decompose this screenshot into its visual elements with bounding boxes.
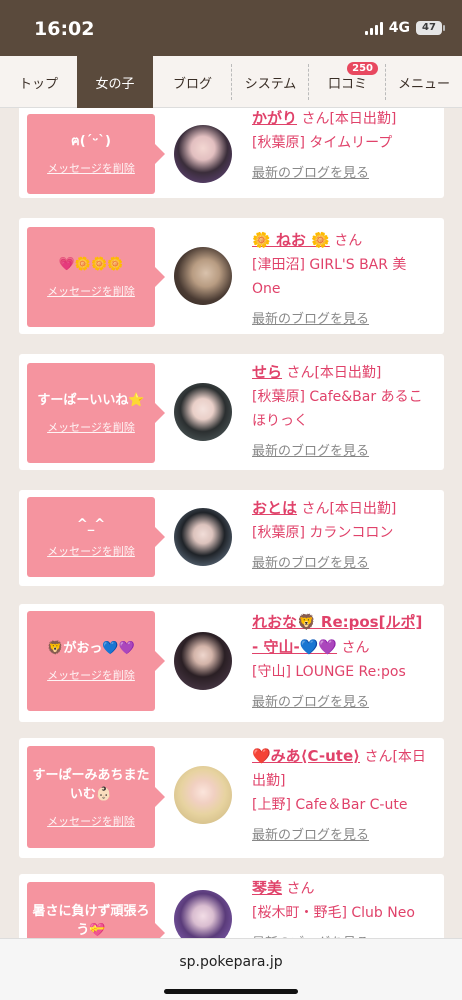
girl-name-link[interactable]: せら — [252, 363, 282, 381]
message-text: ^_^ — [76, 517, 106, 533]
signal-icon — [364, 21, 383, 35]
girl-name-link[interactable]: おとは — [252, 499, 297, 517]
delete-message-link[interactable]: メッセージを削除 — [47, 419, 135, 435]
girl-name-link[interactable]: かがり — [252, 109, 297, 127]
status-indicators: 4G 47 — [364, 20, 445, 36]
tab-reviews[interactable]: 口コミ 250 — [309, 56, 386, 108]
name-suffix: さん — [341, 640, 370, 656]
name-suffix: さん[本日出勤] — [301, 111, 397, 127]
message-card: すーぱーいいね⭐️ メッセージを削除 せら さん[本日出勤] [秋葉原] Caf… — [19, 354, 444, 470]
tab-label: 女の子 — [95, 76, 135, 92]
message-text: 🦁がおっ💙💜 — [47, 641, 135, 657]
avatar[interactable] — [174, 508, 232, 566]
view-blog-link[interactable]: 最新のブログを見る — [252, 695, 369, 710]
shop-name: [上野] Cafe＆Bar C-ute — [252, 797, 408, 813]
girl-name-link[interactable]: 琴美 — [252, 879, 282, 897]
battery-icon: 47 — [416, 21, 445, 35]
message-bubble: 💗🌼🌼🌼 メッセージを削除 — [27, 227, 165, 327]
shop-name: [守山] LOUNGE Re:pos — [252, 664, 406, 680]
view-blog-link[interactable]: 最新のブログを見る — [252, 166, 369, 181]
name-suffix: さん — [334, 233, 363, 249]
message-card: 🦁がおっ💙💜 メッセージを削除 れおな🦁 Re:pos[ルポ] - 守山-💙💜 … — [19, 604, 444, 722]
message-bubble: ฅ(ˊᵕˋ) メッセージを削除 — [27, 114, 165, 194]
message-text: ฅ(ˊᵕˋ) — [71, 134, 111, 150]
name-suffix: さん — [286, 881, 315, 897]
name-suffix: さん[本日出勤] — [301, 501, 397, 517]
tab-label: 口コミ — [327, 76, 367, 92]
shop-name: [秋葉原] Cafe&Bar あるこほりっく — [252, 389, 423, 429]
avatar[interactable] — [174, 632, 232, 690]
message-card: 暑さに負けず頑張ろう💝 メッセージを削除 琴美 さん [桜木町・野毛] Club… — [19, 874, 444, 938]
tab-label: トップ — [18, 76, 58, 92]
girl-name-link[interactable]: 🌼 ねお 🌼 — [252, 231, 330, 249]
message-list: ฅ(ˊᵕˋ) メッセージを削除 かがり さん[本日出勤] [秋葉原] タイムリー… — [0, 108, 462, 938]
avatar[interactable] — [174, 766, 232, 824]
browser-url-bar: sp.pokepara.jp — [0, 938, 462, 1000]
girl-info: せら さん[本日出勤] [秋葉原] Cafe&Bar あるこほりっく 最新のブロ… — [252, 360, 432, 464]
reviews-count-badge: 250 — [347, 62, 378, 75]
delete-message-link[interactable]: メッセージを削除 — [47, 543, 135, 559]
message-bubble: 🦁がおっ💙💜 メッセージを削除 — [27, 611, 165, 711]
girl-name-link[interactable]: ❤️みあ⟨C-ute⟩ — [252, 747, 360, 765]
girl-info: おとは さん[本日出勤] [秋葉原] カランコロン 最新のブログを見る — [252, 496, 432, 576]
home-indicator[interactable] — [164, 989, 298, 994]
girl-info: ❤️みあ⟨C-ute⟩ さん[本日出勤] [上野] Cafe＆Bar C-ute… — [252, 744, 432, 848]
message-text: 💗🌼🌼🌼 — [58, 257, 124, 273]
delete-message-link[interactable]: メッセージを削除 — [47, 813, 135, 829]
avatar[interactable] — [174, 890, 232, 938]
view-blog-link[interactable]: 最新のブログを見る — [252, 312, 369, 327]
tab-label: システム — [244, 76, 297, 92]
message-bubble: すーぱーいいね⭐️ メッセージを削除 — [27, 363, 165, 463]
message-card: ฅ(ˊᵕˋ) メッセージを削除 かがり さん[本日出勤] [秋葉原] タイムリー… — [19, 108, 444, 198]
girl-info: 🌼 ねお 🌼 さん [津田沼] GIRL'S BAR 美One 最新のブログを見… — [252, 228, 432, 332]
tab-label: ブログ — [172, 76, 212, 92]
network-label: 4G — [388, 20, 410, 36]
message-text: 暑さに負けず頑張ろう💝 — [32, 903, 150, 939]
message-card: ^_^ メッセージを削除 おとは さん[本日出勤] [秋葉原] カランコロン 最… — [19, 490, 444, 586]
message-card: 💗🌼🌼🌼 メッセージを削除 🌼 ねお 🌼 さん [津田沼] GIRL'S BAR… — [19, 218, 444, 334]
top-nav: トップ 女の子 ブログ システム 口コミ 250 メニュー — [0, 56, 462, 108]
message-bubble: 暑さに負けず頑張ろう💝 メッセージを削除 — [27, 882, 165, 939]
delete-message-link[interactable]: メッセージを削除 — [47, 283, 135, 299]
message-card: すーぱーみあちまたいむ👶🏻 メッセージを削除 ❤️みあ⟨C-ute⟩ さん[本日… — [19, 738, 444, 858]
status-bar: 16:02 4G 47 — [0, 0, 462, 56]
status-time: 16:02 — [34, 18, 95, 40]
shop-name: [秋葉原] タイムリープ — [252, 135, 393, 151]
view-blog-link[interactable]: 最新のブログを見る — [252, 556, 369, 571]
message-bubble: すーぱーみあちまたいむ👶🏻 メッセージを削除 — [27, 746, 165, 848]
message-bubble: ^_^ メッセージを削除 — [27, 497, 165, 577]
delete-message-link[interactable]: メッセージを削除 — [47, 667, 135, 683]
tab-blog[interactable]: ブログ — [153, 56, 232, 108]
view-blog-link[interactable]: 最新のブログを見る — [252, 828, 369, 843]
url-text[interactable]: sp.pokepara.jp — [0, 954, 462, 970]
tab-system[interactable]: システム — [232, 56, 309, 108]
avatar[interactable] — [174, 125, 232, 183]
shop-name: [桜木町・野毛] Club Neo — [252, 905, 415, 921]
view-blog-link[interactable]: 最新のブログを見る — [252, 444, 369, 459]
message-text: すーぱーみあちまたいむ👶🏻 — [32, 767, 150, 803]
avatar[interactable] — [174, 247, 232, 305]
girl-info: かがり さん[本日出勤] [秋葉原] タイムリープ 最新のブログを見る — [252, 108, 432, 186]
avatar[interactable] — [174, 383, 232, 441]
girl-name-link[interactable]: れおな🦁 Re:pos[ルポ] - 守山-💙💜 — [252, 613, 422, 656]
tab-label: メニュー — [397, 76, 450, 92]
message-text: すーぱーいいね⭐️ — [37, 393, 145, 409]
tab-top[interactable]: トップ — [0, 56, 77, 108]
shop-name: [津田沼] GIRL'S BAR 美One — [252, 257, 407, 297]
name-suffix: さん[本日出勤] — [286, 365, 382, 381]
girl-info: 琴美 さん [桜木町・野毛] Club Neo 最新のブログを見る — [252, 876, 432, 938]
tab-menu[interactable]: メニュー — [386, 56, 462, 108]
tab-girls[interactable]: 女の子 — [77, 56, 153, 108]
girl-info: れおな🦁 Re:pos[ルポ] - 守山-💙💜 さん [守山] LOUNGE R… — [252, 610, 432, 715]
delete-message-link[interactable]: メッセージを削除 — [47, 160, 135, 176]
shop-name: [秋葉原] カランコロン — [252, 525, 394, 541]
